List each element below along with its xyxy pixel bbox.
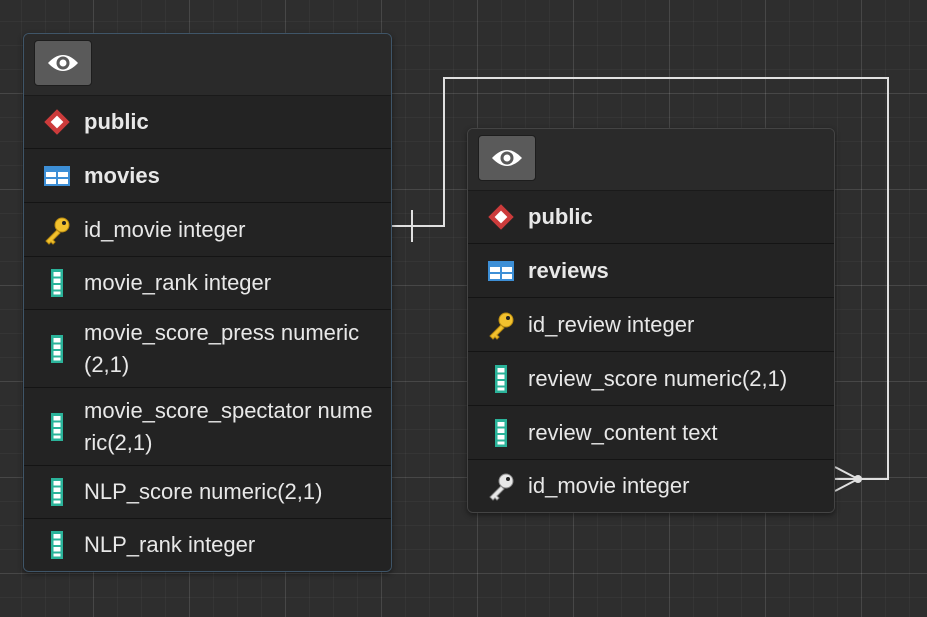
diamond-icon [486,202,516,232]
table-name: reviews [528,257,609,283]
column-label: id_movie integer [84,216,246,242]
relationship-endpoint-dot [854,475,862,483]
movies-table-card[interactable]: public movies id_movie integer movie_ran… [23,33,392,572]
table-header [24,34,391,96]
table-name-row[interactable]: movies [24,149,391,203]
diamond-icon [42,107,72,137]
column-icon [486,364,516,394]
column-icon [42,412,72,442]
column-icon [42,530,72,560]
column-icon [42,334,72,364]
column-row[interactable]: id_movie integer [468,460,834,512]
table-name: movies [84,162,160,188]
column-label: movie_rank integer [84,270,272,295]
column-row[interactable]: movie_score_spectator numeric(2,1) [24,388,391,466]
column-row[interactable]: review_content text [468,406,834,460]
primary-key-icon [42,215,72,245]
eye-icon[interactable] [34,40,92,86]
many-cardinality-mark [834,466,859,492]
eye-icon[interactable] [478,135,536,181]
table-icon [486,256,516,286]
foreign-key-icon [486,471,516,501]
column-row[interactable]: id_review integer [468,298,834,352]
schema-name: public [528,204,593,229]
schema-row[interactable]: public [24,96,391,149]
column-label: movie_score_press numeric(2,1) [84,319,360,377]
column-icon [486,418,516,448]
primary-key-icon [486,310,516,340]
column-label: movie_score_spectator numeric(2,1) [84,397,373,455]
column-label: id_review integer [528,311,695,337]
column-row[interactable]: movie_rank integer [24,257,391,310]
column-row[interactable]: id_movie integer [24,203,391,257]
schema-name: public [84,109,149,134]
table-icon [42,161,72,191]
column-row[interactable]: NLP_rank integer [24,519,391,571]
column-label: id_movie integer [528,473,690,498]
column-row[interactable]: NLP_score numeric(2,1) [24,466,391,519]
column-label: review_content text [528,419,718,445]
reviews-table-card[interactable]: public reviews id_review integer review_… [467,128,835,513]
column-icon [42,477,72,507]
column-row[interactable]: movie_score_press numeric(2,1) [24,310,391,388]
column-label: NLP_rank integer [84,532,256,557]
table-name-row[interactable]: reviews [468,244,834,298]
column-icon [42,268,72,298]
schema-row[interactable]: public [468,191,834,244]
table-header [468,129,834,191]
column-row[interactable]: review_score numeric(2,1) [468,352,834,406]
column-label: NLP_score numeric(2,1) [84,479,323,504]
column-label: review_score numeric(2,1) [528,365,788,391]
